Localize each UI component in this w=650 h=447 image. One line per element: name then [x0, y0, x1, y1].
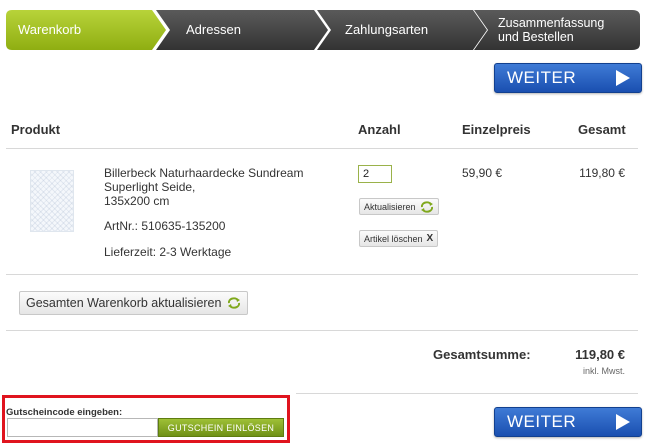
- step-zahlungsarten-label: Zahlungsarten: [345, 22, 429, 37]
- checkout-steps: Warenkorb Adressen Zahlungsarten Zusamme…: [6, 10, 640, 50]
- product-delivery-time: Lieferzeit: 2-3 Werktage: [104, 245, 232, 259]
- step-warenkorb[interactable]: Warenkorb: [6, 10, 166, 50]
- step-zusammenfassung-label: Zusammenfassung und Bestellen: [498, 10, 604, 50]
- refresh-icon: [420, 200, 433, 213]
- quantity-input[interactable]: [358, 165, 392, 183]
- arrow-right-icon: [616, 414, 630, 430]
- divider: [296, 393, 638, 394]
- refresh-icon: [228, 297, 241, 309]
- update-item-button[interactable]: Aktualisieren: [359, 198, 439, 215]
- line-total: 119,80 €: [579, 166, 625, 180]
- update-cart-label: Gesamten Warenkorb aktualisieren: [26, 296, 222, 310]
- redeem-coupon-button[interactable]: GUTSCHEIN EINLÖSEN: [158, 418, 284, 437]
- step-zusammenfassung-line1: Zusammenfassung: [498, 16, 605, 30]
- arrow-right-icon: [616, 70, 630, 86]
- coupon-label: Gutscheincode eingeben:: [6, 407, 123, 418]
- step-zusammenfassung-line2: und Bestellen: [498, 30, 574, 44]
- divider: [6, 330, 638, 331]
- unit-price: 59,90 €: [462, 166, 503, 180]
- coupon-input[interactable]: [7, 418, 158, 437]
- weiter-button-top-label: WEITER: [507, 68, 577, 87]
- step-adressen-shape: [156, 10, 328, 50]
- divider: [6, 148, 638, 149]
- grand-total-label: Gesamtsumme:: [433, 347, 531, 362]
- product-name[interactable]: Billerbeck Naturhaardecke Sundream Super…: [104, 166, 344, 208]
- column-header-quantity: Anzahl: [358, 122, 401, 137]
- update-cart-button[interactable]: Gesamten Warenkorb aktualisieren: [19, 291, 249, 315]
- delete-item-label: Artikel löschen: [364, 233, 423, 244]
- grand-total-value: 119,80 €: [575, 347, 625, 362]
- delete-x-icon: X: [426, 233, 434, 244]
- step-warenkorb-label: Warenkorb: [18, 22, 82, 37]
- weiter-button-bottom-label: WEITER: [507, 412, 577, 431]
- weiter-button-top[interactable]: WEITER: [494, 63, 642, 93]
- update-item-label: Aktualisieren: [364, 201, 416, 212]
- product-name-line1: Billerbeck Naturhaardecke Sundream: [104, 166, 304, 180]
- column-header-product: Produkt: [11, 122, 61, 137]
- product-article-number: ArtNr.: 510635-135200: [104, 219, 226, 233]
- product-name-line3: 135x200 cm: [104, 194, 170, 208]
- product-name-line2: Superlight Seide,: [104, 180, 196, 194]
- column-header-unit-price: Einzelpreis: [462, 122, 531, 137]
- divider: [6, 274, 638, 275]
- step-zahlungsarten[interactable]: Zahlungsarten: [317, 10, 487, 50]
- column-header-total: Gesamt: [578, 122, 626, 137]
- step-adressen[interactable]: Adressen: [156, 10, 328, 50]
- product-image[interactable]: [30, 170, 74, 232]
- tax-note: inkl. Mwst.: [582, 366, 625, 376]
- delete-item-button[interactable]: Artikel löschen X: [359, 230, 439, 247]
- weiter-button-bottom[interactable]: WEITER: [494, 407, 642, 437]
- step-zusammenfassung[interactable]: Zusammenfassung und Bestellen: [474, 10, 640, 50]
- step-adressen-label: Adressen: [186, 22, 241, 37]
